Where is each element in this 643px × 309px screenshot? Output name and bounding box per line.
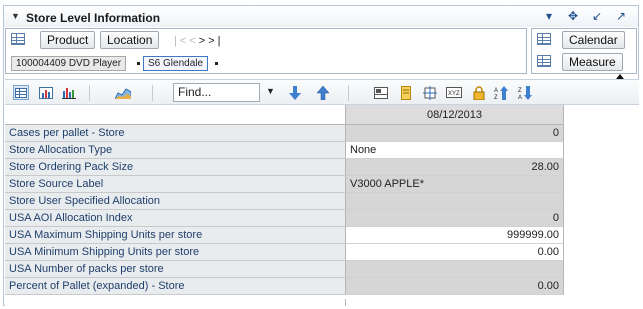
move-icon[interactable]: ✥ [566, 9, 580, 23]
row-label[interactable]: USA Number of packs per store [5, 261, 346, 278]
measure-axis-grid-icon [537, 55, 551, 67]
find-input[interactable]: Find... [173, 83, 260, 102]
table-row: USA Maximum Shipping Units per store 999… [5, 227, 564, 244]
value-cell[interactable]: 0 [346, 125, 564, 142]
select-cells-icon[interactable] [373, 85, 389, 100]
first-page-icon[interactable]: |< [174, 35, 189, 47]
table-row: USA AOI Allocation Index 0 [5, 210, 564, 227]
row-label[interactable]: Store User Specified Allocation [5, 193, 346, 210]
toolbar-separator [348, 85, 349, 101]
row-label[interactable]: Percent of Pallet (expanded) - Store [5, 278, 346, 295]
row-label[interactable]: Store Source Label [5, 176, 346, 193]
svg-text:Z: Z [494, 95, 498, 100]
row-axis-grid-icon [11, 33, 25, 45]
table-row: Store Ordering Pack Size 28.00 [5, 159, 564, 176]
lock-icon[interactable] [471, 85, 487, 100]
page-navigation: |<<>>| [174, 35, 223, 47]
column-header-date[interactable]: 08/12/2013 [346, 105, 564, 125]
value-cell[interactable]: 28.00 [346, 159, 564, 176]
row-pivot-area: Product Location |<<>>| 100004409 DVD Pl… [5, 28, 527, 74]
value-cell[interactable]: 0 [346, 210, 564, 227]
area-chart-icon[interactable] [115, 85, 131, 100]
measure-dimension-button[interactable]: Measure [562, 53, 623, 71]
panel-title: Store Level Information [26, 11, 161, 25]
table-row: Cases per pallet - Store 0 [5, 125, 564, 142]
panel-titlebar: ▼ Store Level Information ▾ ✥ ↙ ↗ [4, 6, 638, 27]
svg-text:A: A [494, 88, 498, 94]
chart-table-view-icon[interactable] [38, 85, 54, 100]
value-cell[interactable]: 0.00 [346, 278, 564, 295]
table-view-icon[interactable] [13, 85, 29, 100]
row-label[interactable]: Store Allocation Type [5, 142, 346, 159]
value-cell[interactable] [346, 261, 564, 278]
view-toolbar: Find... ▼ XYZ AZ ZA [5, 79, 639, 105]
svg-text:XYZ: XYZ [448, 91, 460, 97]
grid-filler [346, 299, 639, 306]
last-page-icon[interactable]: >| [208, 35, 223, 47]
row-label[interactable]: Store Ordering Pack Size [5, 159, 346, 176]
bar-chart-view-icon[interactable] [61, 85, 77, 100]
tile-separator [215, 62, 218, 65]
row-label[interactable]: USA AOI Allocation Index [5, 210, 346, 227]
toolbar-separator [152, 85, 153, 101]
find-next-icon[interactable] [287, 85, 303, 100]
svg-text:A: A [518, 95, 522, 100]
store-level-information-panel: ▼ Store Level Information ▾ ✥ ↙ ↗ Produc… [3, 5, 639, 306]
table-row: Store Source Label V3000 APPLE* [5, 176, 564, 193]
location-tile[interactable]: S6 Glendale [143, 56, 209, 71]
minimize-icon[interactable]: ↙ [590, 9, 604, 23]
table-row: Store User Specified Allocation [5, 193, 564, 210]
xyz-label-icon[interactable]: XYZ [446, 85, 462, 100]
row-label[interactable]: USA Maximum Shipping Units per store [5, 227, 346, 244]
next-page-icon[interactable]: > [199, 35, 208, 47]
column-axis-grid-icon [537, 33, 551, 45]
title-actions: ▾ ✥ ↙ ↗ [542, 9, 628, 23]
find-dropdown-icon[interactable]: ▼ [266, 86, 275, 96]
row-label-column-filler [5, 299, 346, 306]
row-header-corner [5, 105, 346, 125]
product-tile[interactable]: 100004409 DVD Player [11, 56, 127, 71]
product-dimension-button[interactable]: Product [40, 31, 96, 49]
note-icon[interactable] [398, 85, 414, 100]
value-cell[interactable]: None [346, 142, 564, 159]
value-cell[interactable]: V3000 APPLE* [346, 176, 564, 193]
collapse-chevron-icon[interactable]: ▼ [11, 11, 20, 21]
data-grid: 08/12/2013 Cases per pallet - Store 0 St… [5, 105, 639, 306]
table-row: USA Number of packs per store [5, 261, 564, 278]
sort-ascending-icon[interactable]: AZ [494, 85, 510, 100]
dropdown-menu-icon[interactable]: ▾ [542, 9, 556, 23]
sort-descending-icon[interactable]: ZA [518, 85, 534, 100]
tile-separator [137, 62, 140, 65]
svg-text:Z: Z [518, 88, 522, 94]
table-row: USA Minimum Shipping Units per store 0.0… [5, 244, 564, 261]
value-cell[interactable]: 999999.00 [346, 227, 564, 244]
row-label[interactable]: USA Minimum Shipping Units per store [5, 244, 346, 261]
table-row: Percent of Pallet (expanded) - Store 0.0… [5, 278, 564, 295]
maximize-icon[interactable]: ↗ [614, 9, 628, 23]
value-cell[interactable] [346, 193, 564, 210]
find-previous-icon[interactable] [315, 85, 331, 100]
location-dimension-button[interactable]: Location [100, 31, 160, 49]
calendar-dimension-button[interactable]: Calendar [562, 31, 625, 49]
prev-page-icon[interactable]: < [189, 35, 198, 47]
table-row: Store Allocation Type None [5, 142, 564, 159]
split-cells-icon[interactable] [422, 85, 438, 100]
toolbar-separator [89, 85, 90, 101]
row-label[interactable]: Cases per pallet - Store [5, 125, 346, 142]
column-pivot-area: Calendar Measure [531, 28, 637, 74]
value-cell[interactable]: 0.00 [346, 244, 564, 261]
